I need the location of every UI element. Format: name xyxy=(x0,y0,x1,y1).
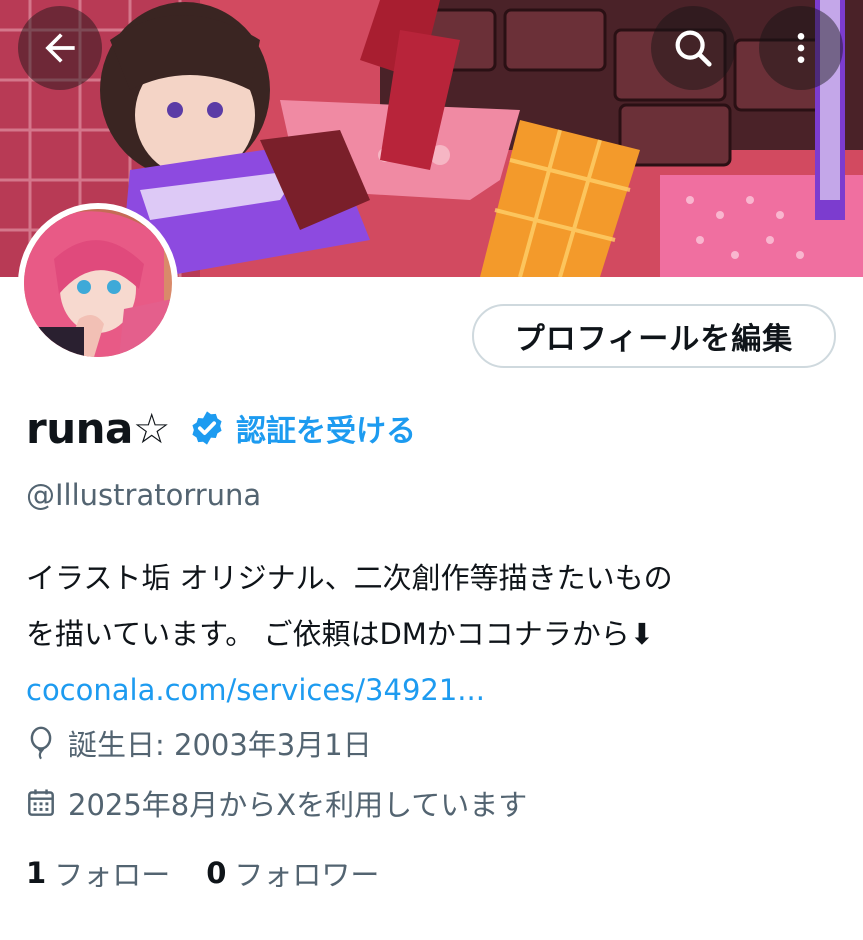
following-count: 1 xyxy=(26,856,47,890)
bio-line: を描いています。 ご依頼はDMかココナラから⬇ xyxy=(26,617,655,651)
verified-badge-icon[interactable] xyxy=(188,409,226,447)
following-link[interactable]: 1 フォロー xyxy=(26,852,170,894)
arrow-left-icon xyxy=(38,26,82,70)
edit-profile-button[interactable]: プロフィールを編集 xyxy=(472,304,836,368)
bio-line: イラスト垢 オリジナル、二次創作等描きたいもの xyxy=(26,561,673,595)
get-verified-link[interactable]: 認証を受ける xyxy=(236,406,416,450)
followers-link[interactable]: 0 フォロワー xyxy=(206,852,379,894)
avatar-frame[interactable] xyxy=(18,203,178,363)
profile-bio: イラスト垢 オリジナル、二次創作等描きたいもの を描いています。 ご依頼はDMか… xyxy=(26,550,826,718)
more-vertical-icon xyxy=(781,28,821,68)
bio-link[interactable]: coconala.com/services/34921... xyxy=(26,662,826,718)
search-icon xyxy=(670,25,716,71)
birthday-row: 誕生日: 2003年3月1日 xyxy=(26,722,372,764)
joined-text: 2025年8月からXを利用しています xyxy=(68,788,528,822)
profile-name-row: runa☆ 認証を受ける xyxy=(26,398,416,458)
back-button[interactable] xyxy=(18,6,102,90)
joined-row: 2025年8月からXを利用しています xyxy=(26,782,527,824)
profile-handle: @Illustratorruna xyxy=(26,478,262,512)
followers-label: フォロワー xyxy=(234,858,380,892)
calendar-icon xyxy=(26,787,68,819)
more-options-button[interactable] xyxy=(759,6,843,90)
follow-stats: 1 フォロー 0 フォロワー xyxy=(26,852,379,894)
followers-count: 0 xyxy=(206,856,227,890)
birthday-text: 誕生日: 2003年3月1日 xyxy=(68,728,372,762)
following-label: フォロー xyxy=(54,858,171,892)
balloon-icon xyxy=(26,726,68,760)
display-name: runa☆ xyxy=(26,403,171,453)
search-button[interactable] xyxy=(651,6,735,90)
avatar[interactable] xyxy=(24,209,172,357)
